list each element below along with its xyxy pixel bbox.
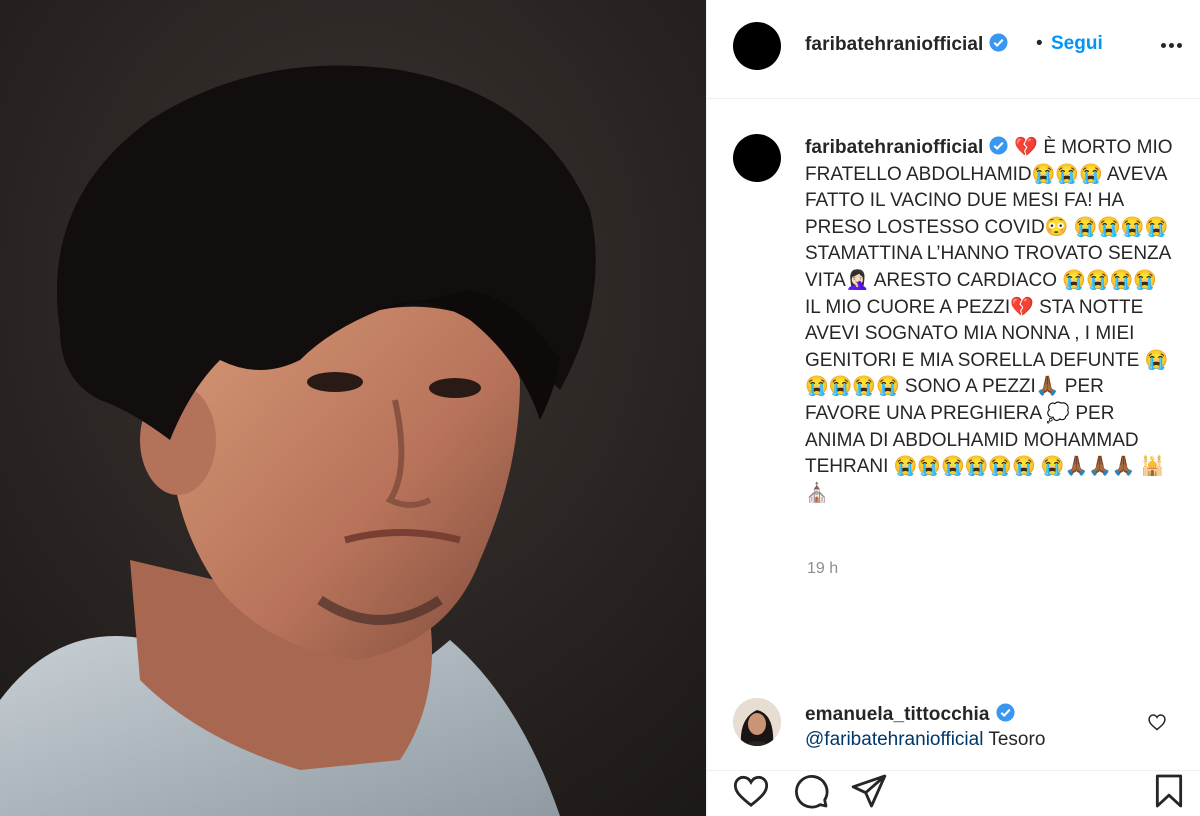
- post-caption: faribatehraniofficial 💔 È MORTO MIO FRATE…: [805, 135, 1175, 507]
- comment-text: Tesoro: [983, 729, 1046, 750]
- comment-text-wrap: @faribatehraniofficial Tesoro: [805, 729, 1045, 751]
- bookmark-icon[interactable]: [1149, 771, 1189, 811]
- heart-icon[interactable]: [731, 771, 771, 811]
- post-photo[interactable]: [0, 0, 706, 816]
- more-options-icon[interactable]: [1161, 43, 1183, 49]
- comment-icon[interactable]: [791, 771, 831, 811]
- commenter-username-wrap: emanuela_tittocchia: [805, 703, 1015, 726]
- share-icon[interactable]: [849, 771, 889, 811]
- post-panel: faribatehraniofficial • Segui faribatehr…: [706, 0, 1200, 816]
- verified-badge-icon: [989, 33, 1008, 52]
- caption-avatar[interactable]: [733, 134, 781, 182]
- author-username[interactable]: faribatehraniofficial: [805, 34, 983, 55]
- post-header: faribatehraniofficial • Segui: [707, 0, 1200, 99]
- commenter-avatar[interactable]: [733, 698, 781, 746]
- follow-button[interactable]: Segui: [1051, 33, 1103, 55]
- verified-badge-icon: [989, 136, 1008, 155]
- portrait-image: [0, 0, 706, 816]
- commenter-username[interactable]: emanuela_tittocchia: [805, 704, 990, 725]
- comment-like-heart-icon[interactable]: [1147, 712, 1167, 732]
- commenter-photo: [733, 698, 781, 746]
- header-separator: •: [1036, 33, 1043, 54]
- author-avatar[interactable]: [733, 22, 781, 70]
- verified-badge-icon: [996, 703, 1015, 722]
- caption-text: 💔 È MORTO MIO FRATELLO ABDOLHAMID😭😭😭 AVE…: [805, 137, 1173, 504]
- comment-mention[interactable]: @faribatehraniofficial: [805, 729, 983, 750]
- caption-username[interactable]: faribatehraniofficial: [805, 137, 983, 158]
- post-action-bar: [707, 770, 1200, 816]
- author-username-wrap: faribatehraniofficial: [805, 33, 1008, 56]
- post-timestamp[interactable]: 19 h: [807, 560, 838, 578]
